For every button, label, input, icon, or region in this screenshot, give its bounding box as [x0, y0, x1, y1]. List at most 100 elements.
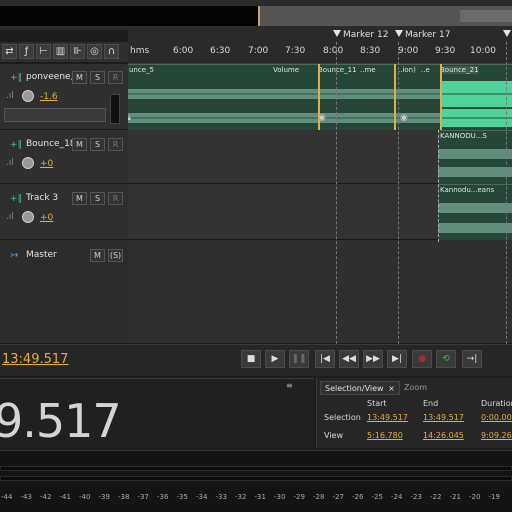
- marker-icon: [503, 30, 511, 37]
- marker-17[interactable]: Marker 17: [395, 30, 450, 40]
- overview-bar[interactable]: [0, 0, 512, 30]
- record-arm-button[interactable]: R: [108, 138, 123, 151]
- clip-title: KANNODU...S: [440, 132, 487, 140]
- go-to-end-button[interactable]: ▶|: [387, 350, 407, 368]
- record-icon[interactable]: ◎: [87, 44, 102, 59]
- col-duration: Duration: [481, 399, 512, 408]
- rewind-button[interactable]: ◀◀: [339, 350, 359, 368]
- loop-button[interactable]: ⟲: [436, 350, 456, 368]
- clip-boundary: [440, 64, 442, 130]
- clip-boundary: [394, 64, 396, 130]
- close-icon[interactable]: ×: [388, 384, 395, 393]
- ruler-tick: 6:00: [173, 46, 194, 56]
- waveform: [438, 149, 512, 177]
- volume-value[interactable]: +0: [40, 213, 53, 223]
- row-view: View: [324, 431, 343, 440]
- track-lane-2[interactable]: KANNODU...S: [128, 130, 512, 184]
- waveform: [438, 203, 512, 233]
- track-name[interactable]: Track 3: [26, 193, 58, 203]
- ruler-tick: 7:00: [248, 46, 269, 56]
- current-time[interactable]: 13:49.517: [2, 352, 68, 367]
- swap-icon[interactable]: ⇄: [2, 44, 17, 59]
- track-header-master[interactable]: ↣ Master M (S): [0, 240, 128, 344]
- selection-start[interactable]: 13:49.517: [367, 413, 408, 422]
- clip-title: unce_5: [129, 66, 154, 74]
- overview-track: [0, 6, 258, 26]
- stop-button[interactable]: ■: [241, 350, 261, 368]
- mute-button[interactable]: M: [72, 192, 87, 205]
- track-lane-master[interactable]: [128, 240, 512, 344]
- waveform-track-icon: +∥: [10, 73, 23, 83]
- clip-boundary: [318, 64, 320, 130]
- mixer-icon[interactable]: ⊪: [70, 44, 85, 59]
- tab-zoom[interactable]: Zoom: [400, 381, 431, 395]
- mute-button[interactable]: M: [72, 138, 87, 151]
- volume-value[interactable]: +0: [40, 159, 53, 169]
- ruler-tick: 8:00: [323, 46, 344, 56]
- volume-icon: .ıl: [6, 212, 14, 222]
- marker-12[interactable]: Marker 12: [333, 30, 388, 40]
- volume-icon: .ıl: [6, 158, 14, 168]
- audio-clip[interactable]: Kannodu...eans: [438, 184, 512, 240]
- marker-line: [506, 42, 507, 344]
- play-button[interactable]: ▶: [265, 350, 285, 368]
- record-arm-button[interactable]: R: [108, 71, 123, 84]
- tab-selection-view[interactable]: Selection/View ×: [320, 381, 400, 395]
- mute-button[interactable]: M: [90, 249, 105, 262]
- track-name[interactable]: Bounce_18: [26, 139, 76, 149]
- time-ruler[interactable]: hms 6:00 6:30 7:00 7:30 8:00 8:30 9:00 9…: [128, 42, 512, 64]
- track-toolbar: ⇄ ƒ ⊢ ▥ ⊪ ◎ ∩: [0, 42, 128, 62]
- solo-button[interactable]: (S): [108, 249, 123, 262]
- ruler-tick: 8:30: [360, 46, 381, 56]
- track-header-2[interactable]: +∥ Bounce_18 M S R .ıl +0: [0, 130, 128, 184]
- view-end[interactable]: 14:26.045: [423, 431, 464, 440]
- panel-menu-icon[interactable]: ≡: [286, 381, 293, 390]
- level-meter: [0, 450, 512, 512]
- view-duration[interactable]: 9:09.265: [481, 431, 512, 440]
- view-start[interactable]: 5:16.780: [367, 431, 403, 440]
- pause-button[interactable]: ❚❚: [289, 350, 309, 368]
- audio-clip[interactable]: KANNODU...S: [438, 130, 512, 184]
- volume-knob[interactable]: [22, 90, 34, 102]
- volume-knob[interactable]: [22, 211, 34, 223]
- fast-forward-button[interactable]: ▶▶: [363, 350, 383, 368]
- marker-line: [398, 42, 399, 344]
- record-arm-button[interactable]: R: [108, 192, 123, 205]
- track-header-1[interactable]: +∥ ponveene, M S R .ıl -1.6: [0, 64, 128, 130]
- ruler-tick: 9:30: [435, 46, 456, 56]
- track-header-3[interactable]: +∥ Track 3 M S R .ıl +0: [0, 184, 128, 240]
- bus-icon: ↣: [10, 250, 19, 261]
- fx-icon[interactable]: ƒ: [19, 44, 34, 59]
- marker-icon: [333, 30, 341, 37]
- ruler-tick: 7:30: [285, 46, 306, 56]
- mute-button[interactable]: M: [72, 71, 87, 84]
- solo-button[interactable]: S: [90, 138, 105, 151]
- record-button[interactable]: ●: [412, 350, 432, 368]
- waveform-track-icon: +∥: [10, 140, 23, 150]
- volume-knob[interactable]: [22, 157, 34, 169]
- clip-title: ..me: [360, 66, 376, 74]
- marker-icon: [395, 30, 403, 37]
- track-lane-3[interactable]: Kannodu...eans: [128, 184, 512, 240]
- eq-icon[interactable]: ▥: [53, 44, 68, 59]
- solo-button[interactable]: S: [90, 192, 105, 205]
- selection-end[interactable]: 13:49.517: [423, 413, 464, 422]
- track-name[interactable]: Master: [26, 250, 57, 260]
- routing-icon[interactable]: ⊢: [36, 44, 51, 59]
- headphones-icon[interactable]: ∩: [104, 44, 119, 59]
- audio-clip[interactable]: unce_5 Volume Bounce_11 ..me ..ion) ..e …: [128, 64, 512, 130]
- track-lane-1[interactable]: unce_5 Volume Bounce_11 ..me ..ion) ..e …: [128, 64, 512, 130]
- input-select[interactable]: [4, 108, 106, 122]
- track-name[interactable]: ponveene,: [26, 72, 73, 82]
- selection-duration[interactable]: 0:00.000: [481, 413, 512, 422]
- ruler-units: hms: [130, 46, 150, 56]
- overview-scroll-thumb[interactable]: [460, 10, 512, 22]
- playhead-line: [438, 130, 439, 242]
- solo-button[interactable]: S: [90, 71, 105, 84]
- marker-unnamed[interactable]: [503, 30, 512, 40]
- skip-selection-button[interactable]: →|: [462, 350, 482, 368]
- clip-title: Volume: [273, 66, 300, 74]
- col-end: End: [423, 399, 439, 408]
- go-to-start-button[interactable]: |◀: [315, 350, 335, 368]
- volume-value[interactable]: -1.6: [40, 92, 58, 102]
